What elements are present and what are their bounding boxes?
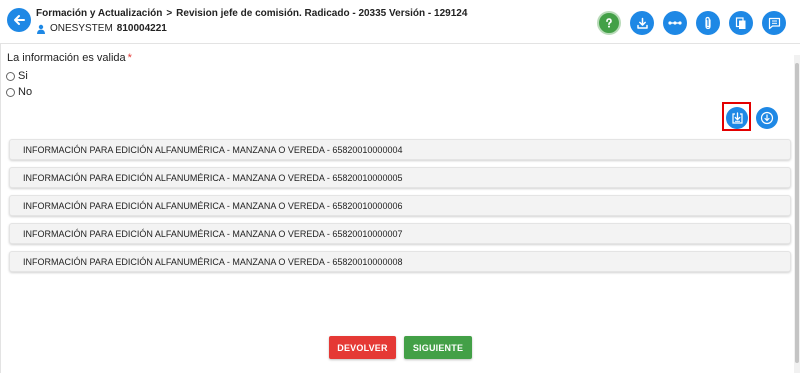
- user-id: 810004221: [116, 23, 167, 34]
- page-header: Formación y Actualización > Revision jefe …: [0, 0, 800, 44]
- documents-icon: [735, 16, 746, 29]
- user-name: ONESYSTEM: [50, 23, 113, 34]
- download-circle-button[interactable]: [756, 107, 778, 129]
- validity-question: La información es valida *: [7, 52, 132, 64]
- attachment-icon: [705, 16, 711, 30]
- panel-manzana-4[interactable]: INFORMACIÓN PARA EDICIÓN ALFANUMÉRICA - …: [9, 139, 791, 160]
- panel-title: INFORMACIÓN PARA EDICIÓN ALFANUMÉRICA - …: [23, 256, 403, 267]
- panel-manzana-6[interactable]: INFORMACIÓN PARA EDICIÓN ALFANUMÉRICA - …: [9, 195, 791, 216]
- documents-button[interactable]: [729, 11, 753, 35]
- highlight-box: [722, 102, 751, 131]
- panel-manzana-5[interactable]: INFORMACIÓN PARA EDICIÓN ALFANUMÉRICA - …: [9, 167, 791, 188]
- breadcrumb-title: Revision jefe de comisión. Radicado - 20…: [176, 8, 468, 19]
- help-button[interactable]: [597, 11, 621, 35]
- radio-option-si[interactable]: Si: [6, 70, 28, 82]
- breadcrumb-root[interactable]: Formación y Actualización: [36, 8, 162, 19]
- download-circle-icon: [760, 111, 774, 125]
- panel-title: INFORMACIÓN PARA EDICIÓN ALFANUMÉRICA - …: [23, 228, 403, 239]
- question-label: La información es valida: [7, 52, 126, 64]
- notes-button[interactable]: [762, 11, 786, 35]
- return-button[interactable]: DEVOLVER: [329, 336, 396, 359]
- flow-button[interactable]: [663, 11, 687, 35]
- radio-no-label: No: [18, 86, 33, 98]
- user-info: ONESYSTEM 810004221: [36, 23, 167, 34]
- download-button[interactable]: [630, 11, 654, 35]
- panel-title: INFORMACIÓN PARA EDICIÓN ALFANUMÉRICA - …: [23, 144, 403, 155]
- radio-no[interactable]: [6, 87, 15, 97]
- attachment-button[interactable]: [696, 11, 720, 35]
- required-mark: *: [127, 52, 132, 64]
- radio-si-label: Si: [18, 70, 28, 82]
- download-icon: [636, 17, 648, 29]
- panel-title: INFORMACIÓN PARA EDICIÓN ALFANUMÉRICA - …: [23, 172, 403, 183]
- breadcrumb-separator: >: [166, 8, 173, 19]
- back-button[interactable]: [7, 8, 31, 32]
- notes-icon: [768, 17, 780, 29]
- breadcrumb: Formación y Actualización > Revision jefe …: [36, 8, 467, 19]
- next-button[interactable]: SIGUIENTE: [404, 336, 472, 359]
- panel-manzana-8[interactable]: INFORMACIÓN PARA EDICIÓN ALFANUMÉRICA - …: [9, 251, 791, 272]
- radio-option-no[interactable]: No: [6, 86, 32, 98]
- help-icon: [606, 18, 612, 28]
- arrow-left-icon: [14, 15, 25, 25]
- scrollbar-thumb[interactable]: [795, 63, 799, 363]
- panel-manzana-7[interactable]: INFORMACIÓN PARA EDICIÓN ALFANUMÉRICA - …: [9, 223, 791, 244]
- radio-si[interactable]: [6, 71, 15, 81]
- user-icon: [37, 24, 45, 34]
- scrollbar[interactable]: [794, 55, 800, 373]
- flow-icon: [668, 21, 682, 25]
- panel-title: INFORMACIÓN PARA EDICIÓN ALFANUMÉRICA - …: [23, 200, 403, 211]
